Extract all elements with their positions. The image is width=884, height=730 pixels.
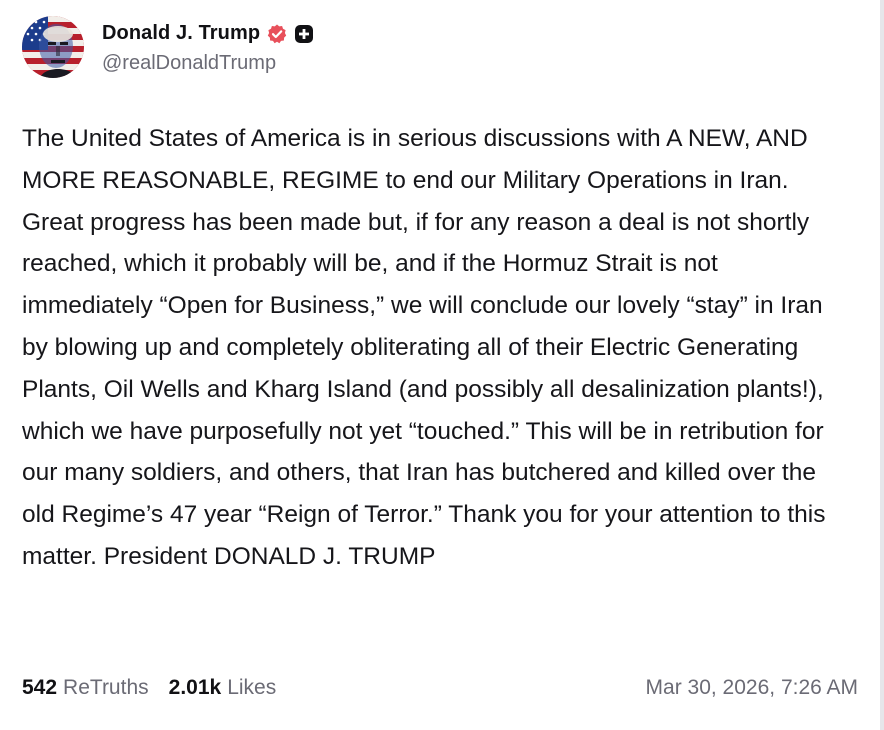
author-handle[interactable]: @realDonaldTrump (102, 52, 314, 75)
display-name[interactable]: Donald J. Trump (102, 22, 260, 45)
likes-label: Likes (227, 676, 277, 699)
retruths-count: 542 (22, 676, 58, 699)
post-header: Donald J. Trump @realDonaldTrump (22, 16, 314, 78)
retruths-label: ReTruths (63, 676, 149, 699)
verified-icon (266, 23, 288, 45)
post-footer: 542 ReTruths 2.01k Likes Mar 30, 2026, 7… (22, 676, 858, 700)
retruths-stat[interactable]: 542 ReTruths (22, 676, 149, 700)
post-timestamp[interactable]: Mar 30, 2026, 7:26 AM (646, 676, 858, 700)
likes-count: 2.01k (168, 676, 222, 699)
page-edge (880, 0, 884, 730)
author-names: Donald J. Trump @realDonaldTrump (102, 20, 314, 75)
name-row: Donald J. Trump (102, 20, 314, 48)
avatar-image (22, 16, 84, 78)
avatar[interactable] (22, 16, 84, 78)
likes-stat[interactable]: 2.01k Likes (169, 676, 277, 700)
plus-icon (294, 24, 314, 44)
post-body: The United States of America is in serio… (22, 125, 826, 570)
